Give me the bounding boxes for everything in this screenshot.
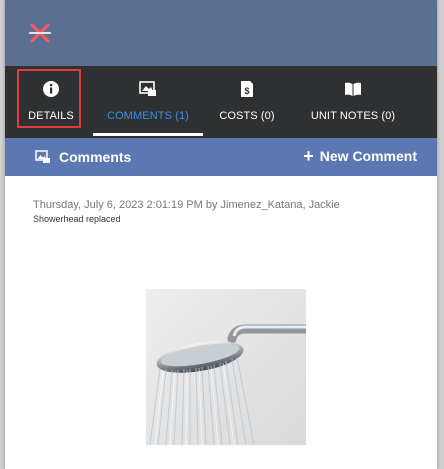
comment-text: Showerhead replaced — [33, 214, 121, 224]
tab-comments-label: COMMENTS (1) — [107, 110, 189, 122]
image-comment-icon — [35, 150, 50, 163]
tab-costs[interactable]: $ COSTS (0) — [211, 66, 283, 138]
comment-meta: Thursday, July 6, 2023 2:01:19 PM by Jim… — [33, 199, 340, 211]
section-title-label: Comments — [59, 149, 132, 165]
tab-bar: DETAILS COMMENTS (1) $ COSTS (0) UNIT NO… — [5, 66, 437, 138]
new-comment-button[interactable]: + New Comment — [303, 147, 417, 165]
active-tab-underline — [93, 133, 203, 136]
new-comment-label: New Comment — [319, 148, 417, 164]
receipt-dollar-icon: $ — [241, 81, 253, 97]
tab-details-label: DETAILS — [28, 110, 74, 122]
tab-comments[interactable]: COMMENTS (1) — [93, 66, 203, 138]
svg-text:$: $ — [244, 86, 249, 96]
tab-costs-label: COSTS (0) — [219, 110, 275, 122]
open-book-icon — [345, 82, 361, 96]
app-window: DETAILS COMMENTS (1) $ COSTS (0) UNIT NO… — [5, 0, 437, 469]
comments-section-bar: Comments + New Comment — [5, 138, 437, 176]
tab-unit-notes-label: UNIT NOTES (0) — [310, 110, 396, 122]
section-title: Comments — [35, 149, 131, 165]
info-circle-icon — [43, 81, 59, 97]
top-bar — [5, 0, 437, 66]
image-comment-icon — [139, 81, 156, 96]
comment-photo[interactable] — [146, 289, 306, 445]
tab-unit-notes[interactable]: UNIT NOTES (0) — [295, 66, 411, 138]
tab-details[interactable]: DETAILS — [17, 66, 85, 138]
showerhead-icon — [146, 289, 306, 445]
plus-icon: + — [303, 146, 314, 166]
close-x-icon[interactable] — [27, 20, 53, 46]
content-bottom — [5, 455, 437, 469]
